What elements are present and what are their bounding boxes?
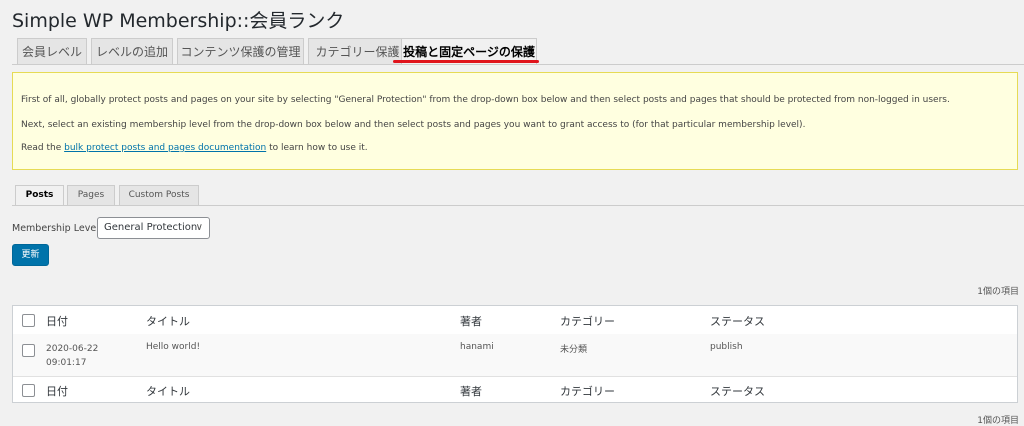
row-date-day: 2020-06-22 (46, 344, 99, 354)
subtabs-divider (12, 205, 1024, 206)
column-header-category[interactable]: カテゴリー (560, 313, 615, 329)
table-header-row: 日付 タイトル 著者 カテゴリー ステータス (13, 306, 1017, 335)
membership-level-value: General Protection (104, 222, 198, 233)
column-footer-author[interactable]: 著者 (460, 383, 482, 399)
column-header-date[interactable]: 日付 (46, 313, 68, 329)
highlight-underline (393, 60, 539, 63)
row-date-time: 09:01:17 (46, 358, 87, 368)
column-footer-title[interactable]: タイトル (146, 383, 190, 399)
items-count-bottom: 1個の項目 (977, 416, 1019, 426)
tab-posts[interactable]: Posts (15, 185, 64, 206)
table-footer-row: 日付 タイトル 著者 カテゴリー ステータス (13, 376, 1017, 403)
tab-content-protection[interactable]: コンテンツ保護の管理 (177, 38, 304, 64)
column-header-author[interactable]: 著者 (460, 313, 482, 329)
notice-line-3: Read the bulk protect posts and pages do… (21, 143, 368, 153)
tab-add-level[interactable]: レベルの追加 (91, 38, 173, 64)
row-author: hanami (460, 342, 494, 352)
info-notice: First of all, globally protect posts and… (12, 72, 1018, 170)
posts-table: 日付 タイトル 著者 カテゴリー ステータス 2020-06-22 09:01:… (12, 305, 1018, 403)
membership-level-select[interactable]: General Protection ∨ (97, 217, 210, 239)
update-button[interactable]: 更新 (12, 244, 49, 266)
notice-line-3-suffix: to learn how to use it. (266, 143, 368, 153)
column-header-status[interactable]: ステータス (710, 313, 765, 329)
items-count-top: 1個の項目 (977, 287, 1019, 297)
row-status: publish (710, 342, 743, 352)
notice-line-2: Next, select an existing membership leve… (21, 120, 806, 130)
table-row: 2020-06-22 09:01:17 Hello world! hanami … (13, 334, 1017, 377)
notice-line-1: First of all, globally protect posts and… (21, 95, 950, 105)
column-header-title[interactable]: タイトル (146, 313, 190, 329)
select-all-checkbox[interactable] (22, 314, 35, 327)
row-checkbox[interactable] (22, 344, 35, 357)
tab-member-level[interactable]: 会員レベル (17, 38, 87, 64)
tabs-divider (12, 64, 1024, 65)
documentation-link[interactable]: bulk protect posts and pages documentati… (64, 143, 266, 153)
row-date: 2020-06-22 09:01:17 (46, 342, 98, 370)
tab-pages[interactable]: Pages (67, 185, 115, 205)
page-title: Simple WP Membership::会員ランク (12, 10, 345, 32)
column-footer-category[interactable]: カテゴリー (560, 383, 615, 399)
chevron-down-icon: ∨ (195, 222, 203, 233)
column-footer-date[interactable]: 日付 (46, 383, 68, 399)
row-title-link[interactable]: Hello world! (146, 342, 200, 352)
column-footer-status[interactable]: ステータス (710, 383, 765, 399)
select-all-checkbox-footer[interactable] (22, 384, 35, 397)
row-category: 未分類 (560, 345, 588, 355)
membership-level-label: Membership Level: (12, 223, 103, 234)
notice-line-3-prefix: Read the (21, 143, 65, 153)
tab-custom-posts[interactable]: Custom Posts (119, 185, 199, 205)
